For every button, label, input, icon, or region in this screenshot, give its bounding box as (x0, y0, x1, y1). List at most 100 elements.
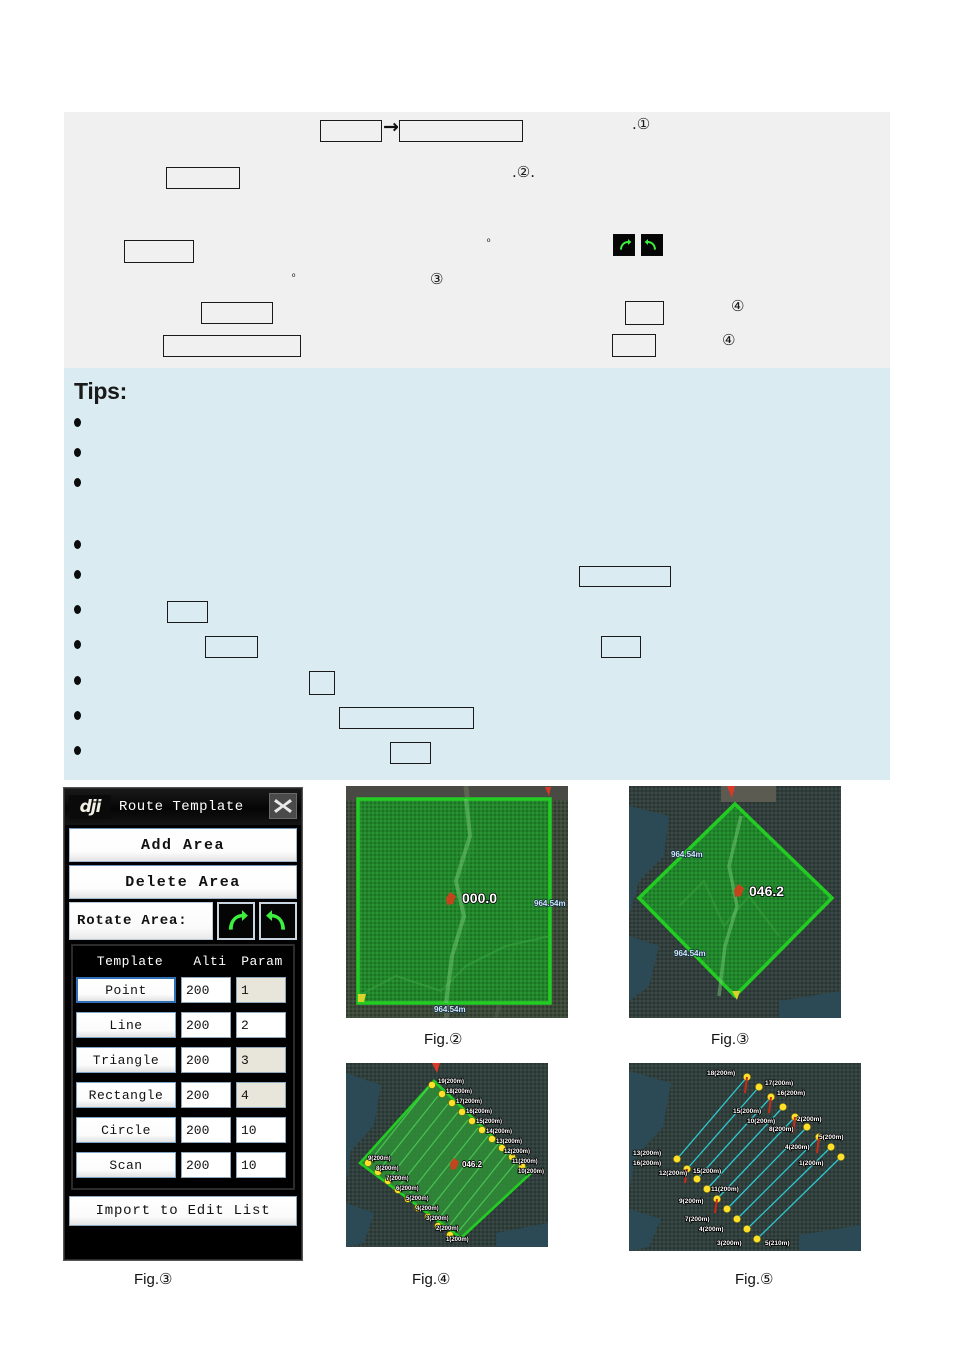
svg-text:9(200m): 9(200m) (679, 1198, 704, 1205)
import-to-edit-list-button[interactable]: Import to Edit List (69, 1196, 297, 1226)
delete-area-button[interactable]: Delete Area (69, 865, 297, 899)
svg-text:8(200m): 8(200m) (376, 1166, 399, 1172)
tips-bullet-marker (74, 570, 81, 579)
table-header-row: Template Alti Param (76, 948, 290, 974)
alti-input-point[interactable]: 200 (181, 977, 231, 1003)
param-input-line[interactable]: 2 (236, 1012, 286, 1038)
svg-text:6(200m): 6(200m) (396, 1186, 419, 1192)
redacted-text-box (320, 120, 382, 142)
svg-text:4(200m): 4(200m) (699, 1226, 724, 1233)
tips-bullet-marker (74, 746, 81, 755)
alti-input-scan[interactable]: 200 (181, 1152, 231, 1178)
svg-text:10(200m): 10(200m) (747, 1118, 775, 1125)
redacted-text-box (399, 120, 523, 142)
tips-heading: Tips: (74, 378, 128, 404)
figure-5-map: 18(200m) 17(200m) 16(200m) 15(200m) 10(2… (629, 1063, 861, 1251)
alti-input-rectangle[interactable]: 200 (181, 1082, 231, 1108)
rotate-area-label: Rotate Area: (69, 902, 213, 940)
instruction-panel: → º º .① .②. ③ ④ ④ (64, 112, 890, 368)
tips-bullet-marker (74, 676, 81, 685)
redacted-text-box (124, 240, 194, 263)
alti-input-triangle[interactable]: 200 (181, 1047, 231, 1073)
step-marker-4: ④ (731, 297, 745, 315)
tips-panel: Tips: (64, 368, 890, 780)
redacted-text-box (579, 566, 671, 587)
template-button-triangle[interactable]: Triangle (76, 1047, 176, 1073)
rotate-clockwise-button[interactable] (217, 902, 255, 940)
tips-bullet-marker (74, 605, 81, 614)
step-marker-3: ③ (430, 270, 444, 288)
redacted-text-box (612, 334, 656, 357)
alti-input-circle[interactable]: 200 (181, 1117, 231, 1143)
template-button-point[interactable]: Point (76, 977, 176, 1003)
svg-text:12(200m): 12(200m) (659, 1170, 687, 1177)
svg-text:1(200m): 1(200m) (799, 1160, 824, 1167)
rotate-counterclockwise-button[interactable] (259, 902, 297, 940)
figure-3-caption: Fig.③ (711, 1031, 750, 1048)
svg-text:964.54m: 964.54m (674, 949, 706, 958)
figure-3-dialog-caption: Fig.③ (134, 1271, 173, 1288)
column-header-param: Param (241, 953, 283, 969)
param-input-circle[interactable]: 10 (236, 1117, 286, 1143)
svg-text:5(210m): 5(210m) (765, 1240, 790, 1247)
rotate-area-row: Rotate Area: (69, 902, 297, 940)
template-button-scan[interactable]: Scan (76, 1152, 176, 1178)
step-marker-1: .① (632, 115, 651, 133)
redacted-text-box (166, 167, 240, 189)
param-input-scan[interactable]: 10 (236, 1152, 286, 1178)
tips-bullet-marker (74, 448, 81, 457)
degree-mark: º (292, 272, 296, 282)
param-input-point[interactable]: 1 (236, 977, 286, 1003)
close-icon[interactable] (269, 793, 297, 819)
rotate-counterclockwise-icon[interactable] (641, 234, 663, 256)
alti-input-line[interactable]: 200 (181, 1012, 231, 1038)
svg-text:046.2: 046.2 (749, 883, 784, 899)
svg-text:16(200m): 16(200m) (633, 1160, 661, 1167)
redacted-text-box (201, 302, 273, 324)
svg-text:1(200m): 1(200m) (446, 1237, 469, 1243)
redacted-text-box (205, 636, 258, 658)
svg-text:15(200m): 15(200m) (733, 1108, 761, 1115)
svg-text:8(200m): 8(200m) (769, 1126, 794, 1133)
figure-4-caption: Fig.④ (412, 1271, 451, 1288)
figure-5-caption: Fig.⑤ (735, 1271, 774, 1288)
svg-text:17(200m): 17(200m) (765, 1080, 793, 1087)
table-row: Line 200 2 (76, 1009, 290, 1041)
table-row: Circle 200 10 (76, 1114, 290, 1146)
tips-bullet-marker (74, 418, 81, 427)
svg-text:16(200m): 16(200m) (777, 1090, 805, 1097)
svg-text:11(200m): 11(200m) (512, 1159, 538, 1165)
add-area-button[interactable]: Add Area (69, 828, 297, 862)
figure-2-map: 000.0 964.54m 964.54m (346, 786, 568, 1018)
redacted-text-box (167, 601, 208, 623)
redacted-text-box (625, 301, 664, 325)
svg-text:2(200m): 2(200m) (436, 1226, 459, 1232)
svg-text:10(200m): 10(200m) (518, 1169, 544, 1175)
column-header-alti: Alti (193, 953, 227, 969)
svg-text:7(200m): 7(200m) (386, 1176, 409, 1182)
svg-text:000.0: 000.0 (462, 890, 497, 906)
dialog-title: Route Template (119, 799, 244, 815)
template-button-rectangle[interactable]: Rectangle (76, 1082, 176, 1108)
svg-text:964.54m: 964.54m (671, 850, 703, 859)
flow-arrow-icon: → (383, 116, 399, 138)
rotate-clockwise-icon[interactable] (613, 234, 635, 256)
svg-text:9(200m): 9(200m) (368, 1156, 391, 1162)
param-input-triangle[interactable]: 3 (236, 1047, 286, 1073)
table-row: Scan 200 10 (76, 1149, 290, 1181)
figure-2-caption: Fig.② (424, 1031, 463, 1048)
tips-bullet-marker (74, 640, 81, 649)
template-button-line[interactable]: Line (76, 1012, 176, 1038)
dialog-titlebar: dji Route Template (65, 789, 301, 825)
template-table: Template Alti Param Point 200 1 Line 200 2 Tri… (71, 944, 295, 1190)
figure-3-map: 046.2 964.54m 964.54m (629, 786, 841, 1018)
redacted-text-box (390, 742, 431, 764)
param-input-rectangle[interactable]: 4 (236, 1082, 286, 1108)
svg-text:3(200m): 3(200m) (426, 1216, 449, 1222)
table-row: Triangle 200 3 (76, 1044, 290, 1076)
svg-text:964.54m: 964.54m (534, 899, 566, 908)
svg-text:4(200m): 4(200m) (416, 1206, 439, 1212)
svg-text:4(200m): 4(200m) (785, 1144, 810, 1151)
template-button-circle[interactable]: Circle (76, 1117, 176, 1143)
svg-text:15(200m): 15(200m) (693, 1168, 721, 1175)
